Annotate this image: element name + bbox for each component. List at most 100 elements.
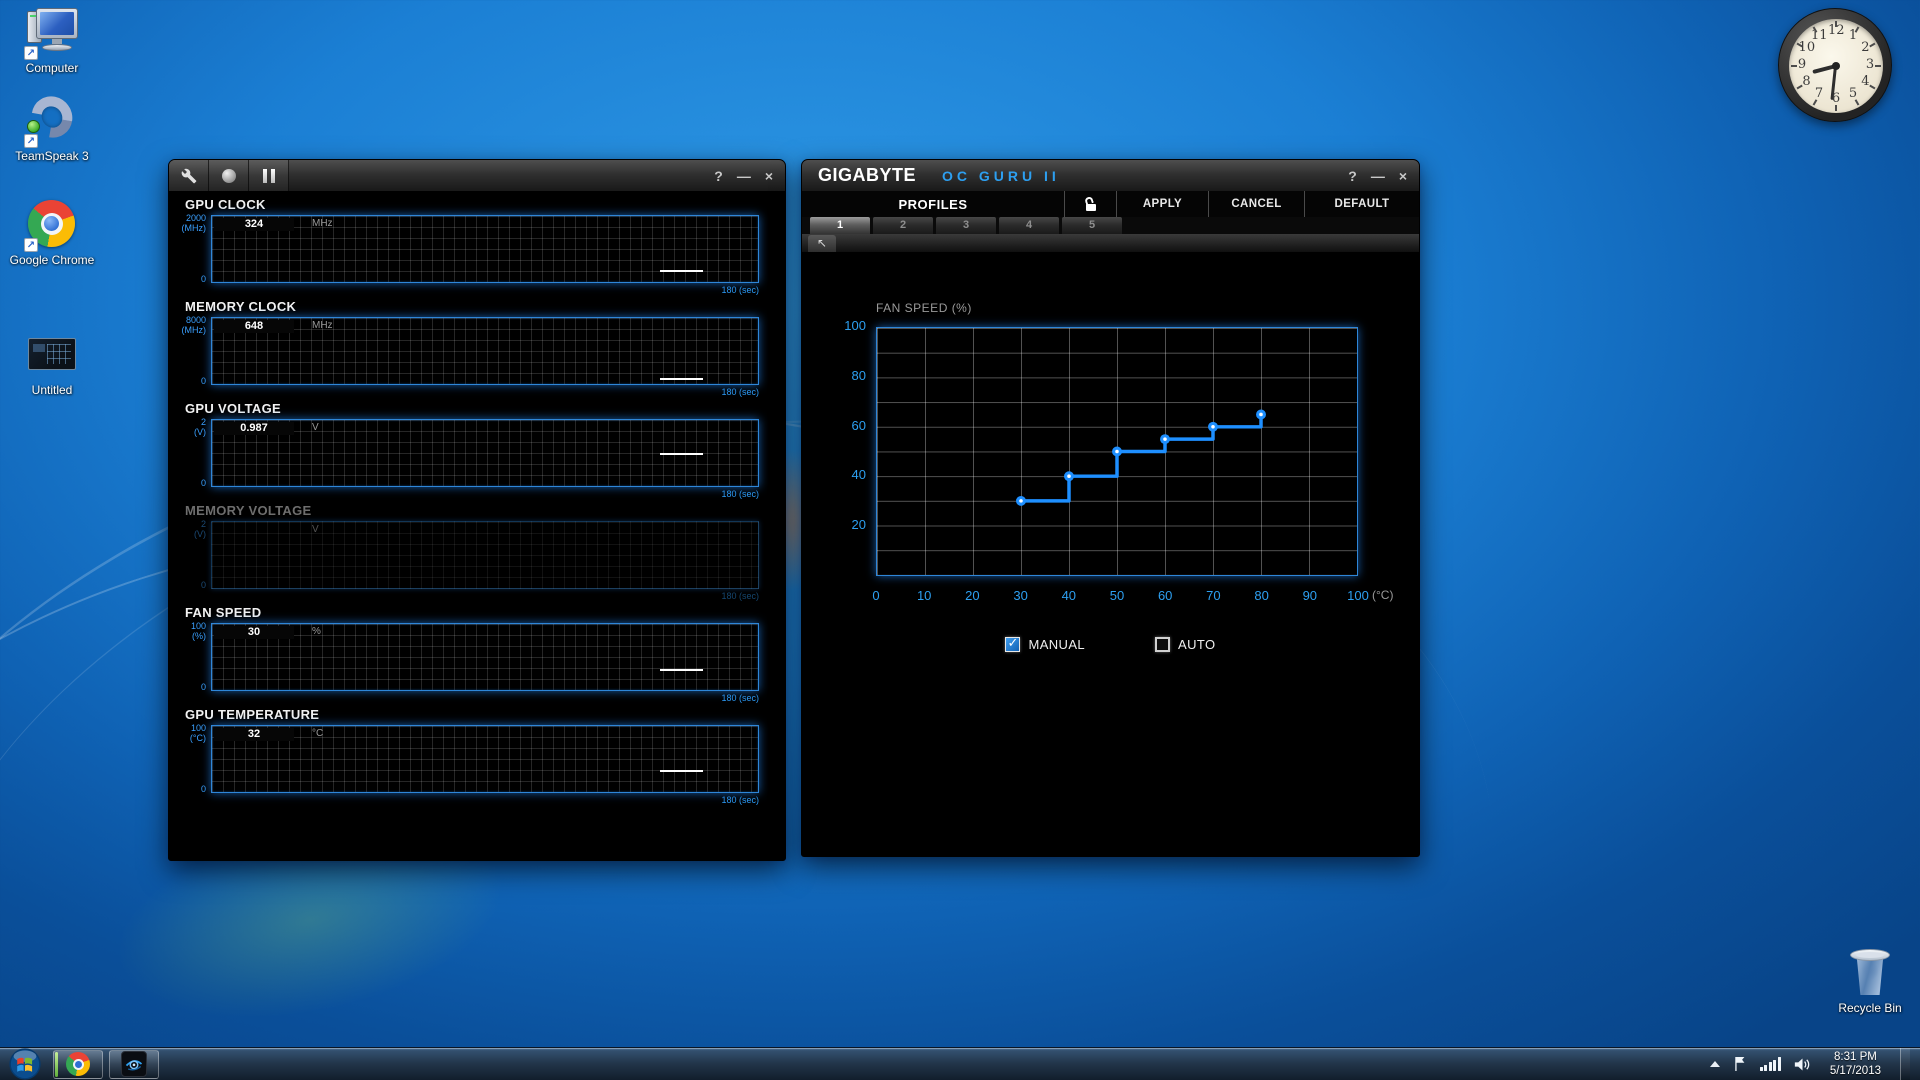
help-button[interactable]: ? bbox=[1348, 169, 1357, 183]
chart-y-axis-title: FAN SPEED (%) bbox=[876, 301, 972, 315]
graph-panel: 648 MHz bbox=[211, 317, 759, 385]
auto-checkbox[interactable] bbox=[1155, 637, 1170, 652]
manual-checkbox[interactable] bbox=[1005, 637, 1020, 652]
lock-button[interactable] bbox=[1064, 191, 1116, 217]
settings-wrench-button[interactable] bbox=[169, 160, 209, 191]
fan-curve-line[interactable] bbox=[877, 328, 1357, 575]
profiles-title: PROFILES bbox=[802, 191, 1064, 217]
network-icon[interactable] bbox=[1760, 1057, 1781, 1071]
tray-clock[interactable]: 8:31 PM 5/17/2013 bbox=[1824, 1050, 1887, 1078]
value-unit: % bbox=[312, 626, 321, 637]
current-value: 30 bbox=[214, 626, 294, 639]
desktop-icon-untitled[interactable]: Untitled bbox=[6, 330, 98, 397]
action-center-flag-icon[interactable] bbox=[1733, 1056, 1747, 1072]
desktop-icon-label: Recycle Bin bbox=[1824, 1001, 1916, 1015]
x-tick-label: 50 bbox=[1101, 588, 1133, 603]
monitor-section-memory-clock: MEMORY CLOCK 8000(MHz) 0 648 MHz 180 (se… bbox=[169, 299, 785, 397]
axis-unit-label: (MHz) bbox=[182, 223, 207, 233]
graph-panel: 324 MHz bbox=[211, 215, 759, 283]
close-button[interactable]: × bbox=[765, 169, 773, 183]
system-tray: 8:31 PM 5/17/2013 bbox=[1710, 1048, 1920, 1080]
graph-panel: 30 % bbox=[211, 623, 759, 691]
clock-face: 123456789101112 bbox=[1789, 19, 1883, 113]
axis-unit-label: (V) bbox=[194, 529, 206, 539]
axis-max-label: 100 bbox=[191, 723, 206, 733]
clock-numeral: 5 bbox=[1845, 86, 1861, 102]
tray-date: 5/17/2013 bbox=[1830, 1064, 1881, 1078]
trace-line bbox=[660, 453, 704, 455]
value-unit: V bbox=[312, 422, 319, 433]
minimize-button[interactable]: — bbox=[737, 169, 751, 183]
monitor-section-gpu-voltage: GPU VOLTAGE 2(V) 0 0.987 V 180 (sec) bbox=[169, 401, 785, 499]
profile-tab-1[interactable]: 1 bbox=[810, 217, 870, 234]
time-axis-label: 180 (sec) bbox=[169, 591, 759, 601]
profile-tab-3[interactable]: 3 bbox=[936, 217, 996, 234]
current-value: 32 bbox=[214, 728, 294, 741]
desktop-icon-computer[interactable]: ↗ Computer bbox=[6, 8, 98, 75]
close-button[interactable]: × bbox=[1399, 169, 1407, 183]
axis-min-label: 0 bbox=[201, 784, 206, 794]
volume-icon[interactable] bbox=[1794, 1057, 1811, 1072]
clock-tick bbox=[1835, 21, 1837, 27]
chrome-icon: ↗ bbox=[26, 200, 78, 250]
computer-icon: ↗ bbox=[26, 8, 78, 58]
apply-button[interactable]: APPLY bbox=[1116, 191, 1208, 217]
x-tick-label: 20 bbox=[956, 588, 988, 603]
desktop-icon-chrome[interactable]: ↗ Google Chrome bbox=[6, 200, 98, 267]
manual-mode-option[interactable]: MANUAL bbox=[1005, 637, 1085, 652]
arrow-up-left-icon: ↖ bbox=[817, 236, 827, 250]
pause-icon bbox=[263, 169, 275, 183]
fan-curve-chart: FAN SPEED (%) 10080604020 01020304050607… bbox=[876, 327, 1358, 576]
time-axis-label: 180 (sec) bbox=[169, 387, 759, 397]
monitor-titlebar: ? — × bbox=[169, 160, 785, 191]
tray-time: 8:31 PM bbox=[1830, 1050, 1881, 1064]
desktop-icon-recycle-bin[interactable]: Recycle Bin bbox=[1824, 946, 1916, 1015]
current-value bbox=[214, 524, 294, 537]
profile-tab-2[interactable]: 2 bbox=[873, 217, 933, 234]
axis-min-label: 0 bbox=[201, 682, 206, 692]
desktop-icon-teamspeak[interactable]: ↗ TeamSpeak 3 bbox=[6, 96, 98, 163]
current-value: 648 bbox=[214, 320, 294, 333]
pause-button[interactable] bbox=[249, 160, 289, 191]
recycle-bin-icon bbox=[1850, 946, 1890, 998]
hardware-monitor-window: ? — × GPU CLOCK 2000(MHz) 0 324 MHz 180 … bbox=[168, 159, 786, 861]
chart-plot-area[interactable] bbox=[876, 327, 1358, 576]
taskbar-ocguru-button[interactable] bbox=[109, 1050, 159, 1079]
clock-gadget[interactable]: 123456789101112 bbox=[1778, 8, 1892, 122]
profiles-menu-bar: PROFILES APPLY CANCEL DEFAULT bbox=[802, 191, 1419, 217]
default-button[interactable]: DEFAULT bbox=[1304, 191, 1419, 217]
start-button[interactable] bbox=[3, 1049, 47, 1079]
auto-mode-option[interactable]: AUTO bbox=[1155, 637, 1215, 652]
shortcut-arrow-icon: ↗ bbox=[24, 46, 38, 60]
sub-toolbar: ↖ bbox=[802, 234, 1419, 252]
desktop-icon-label: Computer bbox=[6, 61, 98, 75]
record-button[interactable] bbox=[209, 160, 249, 191]
profile-tab-5[interactable]: 5 bbox=[1062, 217, 1122, 234]
minimize-button[interactable]: — bbox=[1371, 169, 1385, 183]
time-axis-label: 180 (sec) bbox=[169, 693, 759, 703]
axis-max-label: 100 bbox=[191, 621, 206, 631]
app-title: OC GURU II bbox=[942, 168, 1060, 184]
auto-label: AUTO bbox=[1178, 637, 1215, 652]
clock-tick bbox=[1875, 65, 1881, 67]
axis-max-label: 2000 bbox=[186, 213, 206, 223]
x-tick-label: 60 bbox=[1149, 588, 1181, 603]
profile-tab-4[interactable]: 4 bbox=[999, 217, 1059, 234]
trace-line bbox=[660, 669, 704, 671]
axis-unit-label: (V) bbox=[194, 427, 206, 437]
show-hidden-icons-button[interactable] bbox=[1710, 1061, 1720, 1067]
wrench-icon bbox=[181, 168, 197, 184]
record-icon bbox=[222, 169, 236, 183]
show-desktop-button[interactable] bbox=[1900, 1048, 1910, 1080]
section-title: MEMORY VOLTAGE bbox=[185, 503, 785, 518]
time-axis-label: 180 (sec) bbox=[169, 795, 759, 805]
back-arrow-tab[interactable]: ↖ bbox=[808, 235, 836, 252]
oc-guru-window: GIGABYTE OC GURU II ? — × PROFILES APPLY… bbox=[801, 159, 1420, 857]
x-tick-label: 90 bbox=[1294, 588, 1326, 603]
x-tick-label: 80 bbox=[1246, 588, 1278, 603]
taskbar-chrome-button[interactable] bbox=[53, 1050, 103, 1079]
clock-numeral: 2 bbox=[1857, 40, 1873, 56]
cancel-button[interactable]: CANCEL bbox=[1208, 191, 1304, 217]
help-button[interactable]: ? bbox=[714, 169, 723, 183]
section-title: GPU VOLTAGE bbox=[185, 401, 785, 416]
